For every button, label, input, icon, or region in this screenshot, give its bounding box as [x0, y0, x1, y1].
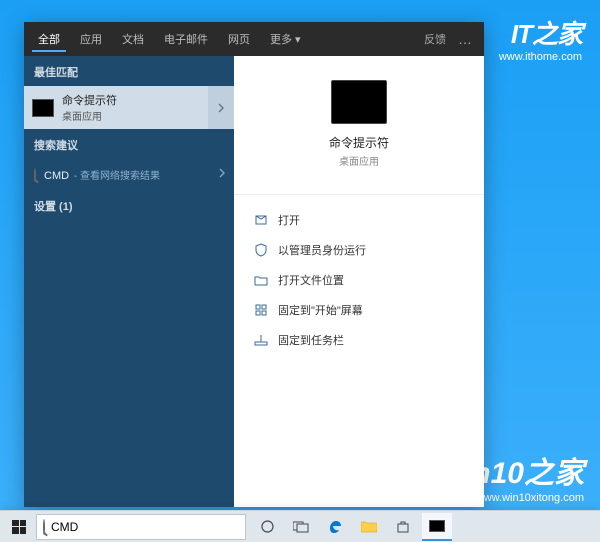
cmd-preview-icon [331, 80, 387, 124]
open-icon [254, 213, 268, 227]
windows-logo-icon [12, 520, 26, 534]
search-tabs: 全部 应用 文档 电子邮件 网页 更多 ▾ 反馈 … [24, 22, 484, 56]
tab-web[interactable]: 网页 [222, 27, 256, 51]
action-label: 打开 [278, 212, 300, 228]
best-match-title: 命令提示符 [62, 92, 117, 108]
task-view-button[interactable] [286, 513, 316, 541]
feedback-link[interactable]: 反馈 [424, 31, 446, 47]
preview-title: 命令提示符 [329, 134, 389, 151]
taskbar-search-box[interactable] [36, 514, 246, 540]
tab-apps[interactable]: 应用 [74, 27, 108, 51]
explorer-button[interactable] [354, 513, 384, 541]
cmd-taskbar-button[interactable] [422, 513, 452, 541]
cortana-icon [260, 519, 275, 534]
section-settings[interactable]: 设置 (1) [24, 190, 234, 220]
suggestion-hint: - 查看网络搜索结果 [71, 171, 160, 182]
section-best-match: 最佳匹配 [24, 56, 234, 86]
taskbar [0, 510, 600, 542]
preview-pane: 命令提示符 桌面应用 打开 以管理员身份运行 打开文件位置 固定到"开始"屏幕 [234, 56, 484, 507]
action-label: 固定到任务栏 [278, 332, 344, 348]
suggestion-query: CMD [44, 170, 69, 182]
chevron-right-icon [218, 168, 226, 181]
action-label: 固定到"开始"屏幕 [278, 302, 363, 318]
best-match-sub: 桌面应用 [62, 108, 117, 123]
pin-taskbar-icon [254, 333, 268, 347]
search-flyout: 全部 应用 文档 电子邮件 网页 更多 ▾ 反馈 … 最佳匹配 命令提示符 桌面… [24, 22, 484, 507]
taskbar-icons [252, 513, 452, 541]
section-suggestions: 搜索建议 [24, 129, 234, 159]
action-pin-taskbar[interactable]: 固定到任务栏 [250, 325, 468, 355]
store-button[interactable] [388, 513, 418, 541]
cmd-icon [429, 520, 445, 532]
search-icon [34, 169, 36, 181]
task-view-icon [293, 521, 309, 533]
tab-all[interactable]: 全部 [32, 27, 66, 52]
start-button[interactable] [2, 513, 36, 541]
web-suggestion-item[interactable]: CMD - 查看网络搜索结果 [24, 159, 234, 190]
watermark-top-url: www.ithome.com [499, 51, 582, 63]
search-body: 最佳匹配 命令提示符 桌面应用 搜索建议 CMD - 查看网络搜索结果 [24, 56, 484, 507]
store-icon [396, 520, 410, 534]
edge-button[interactable] [320, 513, 350, 541]
shield-icon [254, 243, 268, 257]
action-label: 打开文件位置 [278, 272, 344, 288]
cmd-thumb-icon [32, 99, 54, 117]
best-match-item[interactable]: 命令提示符 桌面应用 [24, 86, 234, 129]
results-column: 最佳匹配 命令提示符 桌面应用 搜索建议 CMD - 查看网络搜索结果 [24, 56, 234, 507]
edge-icon [328, 519, 343, 534]
taskbar-search-input[interactable] [51, 520, 239, 534]
preview-sub: 桌面应用 [339, 153, 379, 168]
action-open[interactable]: 打开 [250, 205, 468, 235]
folder-icon [254, 273, 268, 287]
tab-more[interactable]: 更多 ▾ [264, 27, 307, 51]
tab-email[interactable]: 电子邮件 [158, 27, 214, 51]
best-match-text: 命令提示符 桌面应用 [62, 92, 117, 123]
watermark-top: IT之家 www.ithome.com [499, 14, 582, 63]
action-open-location[interactable]: 打开文件位置 [250, 265, 468, 295]
more-options-button[interactable]: … [454, 31, 476, 47]
cortana-button[interactable] [252, 513, 282, 541]
best-match-expand-button[interactable] [208, 86, 234, 129]
action-label: 以管理员身份运行 [278, 242, 366, 258]
watermark-top-logo: IT之家 [499, 14, 582, 51]
tab-docs[interactable]: 文档 [116, 27, 150, 51]
search-icon [43, 520, 45, 534]
action-pin-start[interactable]: 固定到"开始"屏幕 [250, 295, 468, 325]
action-run-admin[interactable]: 以管理员身份运行 [250, 235, 468, 265]
actions-list: 打开 以管理员身份运行 打开文件位置 固定到"开始"屏幕 固定到任务栏 [234, 194, 484, 355]
folder-icon [361, 520, 377, 533]
suggestion-text: CMD - 查看网络搜索结果 [44, 167, 160, 182]
arrow-right-icon [216, 103, 226, 113]
pin-start-icon [254, 303, 268, 317]
